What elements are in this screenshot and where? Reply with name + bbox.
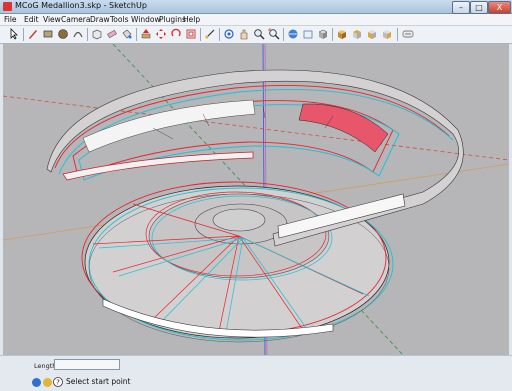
share-model-icon[interactable] bbox=[302, 28, 314, 40]
menu-draw[interactable]: Draw bbox=[90, 14, 110, 25]
pan-hand-icon[interactable] bbox=[238, 28, 250, 40]
pencil-line-icon[interactable] bbox=[27, 28, 39, 40]
menu-plugins[interactable]: Plugins bbox=[159, 14, 186, 25]
iso-view-icon[interactable] bbox=[336, 28, 348, 40]
rotate-icon[interactable] bbox=[170, 28, 182, 40]
status-hint: Select start point bbox=[66, 377, 131, 386]
menu-help[interactable]: Help bbox=[183, 14, 200, 25]
help-icon[interactable]: ? bbox=[53, 377, 63, 387]
components-icon[interactable] bbox=[317, 28, 329, 40]
geo-location-icon[interactable] bbox=[32, 378, 41, 387]
push-pull-icon[interactable] bbox=[140, 28, 152, 40]
zoom-extents-icon[interactable] bbox=[268, 28, 280, 40]
move-icon[interactable] bbox=[155, 28, 167, 40]
eraser-icon[interactable] bbox=[106, 28, 118, 40]
menu-window[interactable]: Window bbox=[131, 14, 161, 25]
status-bar: Length ? Select start point bbox=[0, 355, 512, 391]
length-input[interactable] bbox=[54, 359, 120, 370]
get-models-icon[interactable] bbox=[287, 28, 299, 40]
make-component-icon[interactable] bbox=[91, 28, 103, 40]
close-button[interactable]: X bbox=[488, 1, 511, 14]
modeling-viewport[interactable] bbox=[3, 44, 509, 355]
menu-file[interactable]: File bbox=[4, 14, 17, 25]
circle-icon[interactable] bbox=[57, 28, 69, 40]
credits-icon[interactable] bbox=[43, 378, 52, 387]
window-title: MCoG Medallion3.skp - SketchUp bbox=[15, 1, 147, 10]
menu-camera[interactable]: Camera bbox=[61, 14, 90, 25]
front-view-icon[interactable] bbox=[366, 28, 378, 40]
menu-bar: File Edit View Camera Draw Tools Window … bbox=[0, 14, 512, 26]
menu-edit[interactable]: Edit bbox=[24, 14, 39, 25]
arc-icon[interactable] bbox=[72, 28, 84, 40]
menu-view[interactable]: View bbox=[43, 14, 61, 25]
orbit-icon[interactable] bbox=[223, 28, 235, 40]
offset-icon[interactable] bbox=[185, 28, 197, 40]
right-view-icon[interactable] bbox=[381, 28, 393, 40]
zoom-icon[interactable] bbox=[253, 28, 265, 40]
top-view-icon[interactable] bbox=[351, 28, 363, 40]
xray-icon[interactable] bbox=[402, 28, 414, 40]
rectangle-icon[interactable] bbox=[42, 28, 54, 40]
minimize-button[interactable]: – bbox=[452, 1, 470, 14]
tape-measure-icon[interactable] bbox=[204, 28, 216, 40]
sketchup-window: MCoG Medallion3.skp - SketchUp – □ X Fil… bbox=[0, 0, 512, 391]
sketchup-logo-icon bbox=[3, 2, 12, 11]
paint-bucket-icon[interactable] bbox=[121, 28, 133, 40]
main-toolbar bbox=[0, 26, 512, 44]
lower-medallion bbox=[81, 181, 394, 343]
menu-tools[interactable]: Tools bbox=[110, 14, 128, 25]
title-bar: MCoG Medallion3.skp - SketchUp – □ X bbox=[0, 0, 512, 14]
svg-text:?: ? bbox=[56, 379, 60, 387]
select-arrow-icon[interactable] bbox=[8, 28, 20, 40]
model-canvas bbox=[3, 44, 509, 355]
maximize-button[interactable]: □ bbox=[470, 1, 488, 14]
